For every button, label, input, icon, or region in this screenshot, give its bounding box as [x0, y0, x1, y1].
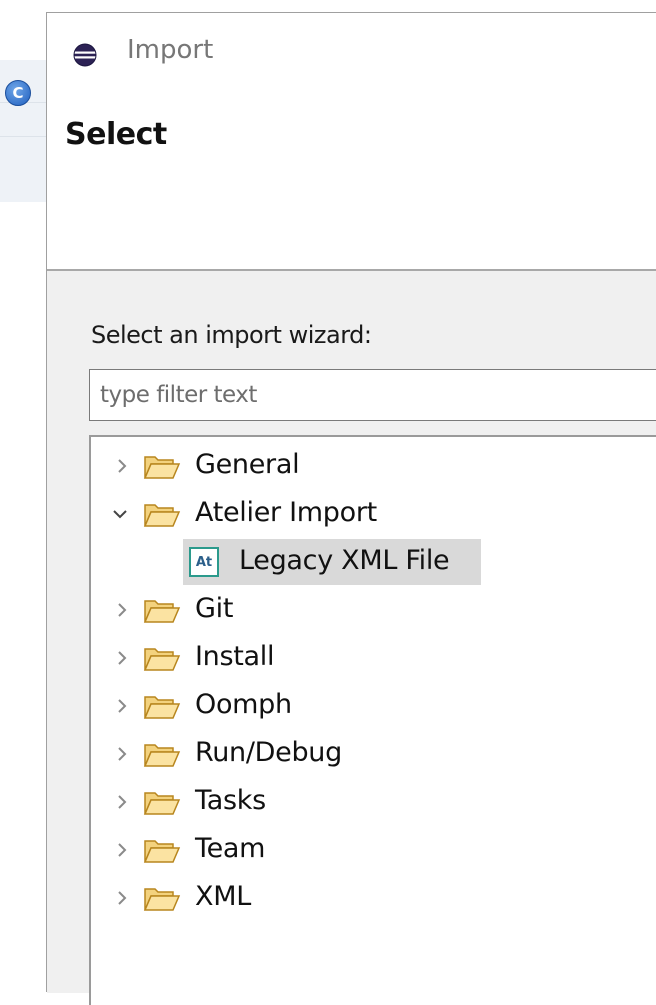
tree-item-tasks[interactable]: Tasks: [91, 779, 656, 825]
folder-icon: [143, 744, 181, 767]
tree-item-label: General: [195, 449, 300, 480]
folder-icon: [143, 696, 181, 719]
tree-item-atelier-import[interactable]: Atelier Import: [91, 491, 656, 537]
tree-item-oomph[interactable]: Oomph: [91, 683, 656, 729]
tree-item-git[interactable]: Git: [91, 587, 656, 633]
chevron-right-icon[interactable]: [113, 697, 131, 715]
folder-icon: [143, 600, 181, 623]
background-divider: [0, 136, 46, 137]
tree-item-general[interactable]: General: [91, 443, 656, 489]
folder-icon: [143, 840, 181, 863]
dialog-titlebar[interactable]: Import: [47, 13, 656, 83]
tree-item-legacy-xml-file[interactable]: At Legacy XML File: [91, 539, 656, 585]
tree-item-label: Team: [195, 833, 266, 864]
filter-input[interactable]: [89, 369, 656, 421]
tree-item-xml[interactable]: XML: [91, 875, 656, 921]
chevron-right-icon[interactable]: [113, 649, 131, 667]
background-app-icon: C: [5, 80, 31, 106]
tree-item-label: Git: [195, 593, 234, 624]
chevron-right-icon[interactable]: [113, 745, 131, 763]
tree-item-label: XML: [195, 881, 251, 912]
tree-item-label: Run/Debug: [195, 737, 342, 768]
dialog-title: Import: [127, 35, 214, 65]
tree-item-label: Oomph: [195, 689, 292, 720]
tree-item-install[interactable]: Install: [91, 635, 656, 681]
page-title: Select: [65, 117, 167, 152]
wizard-body: Select an import wizard: General Atelier…: [47, 271, 656, 1005]
folder-open-icon: [143, 504, 181, 527]
atelier-icon: At: [189, 547, 219, 577]
chevron-right-icon[interactable]: [113, 793, 131, 811]
wizard-prompt-label: Select an import wizard:: [91, 321, 372, 349]
chevron-down-icon[interactable]: [111, 505, 129, 523]
tree-item-label: Tasks: [195, 785, 266, 816]
tree-item-label: Legacy XML File: [239, 545, 450, 576]
eclipse-icon: [73, 43, 97, 67]
folder-icon: [143, 648, 181, 671]
wizard-tree: General Atelier Import At Legacy XML Fil…: [89, 435, 656, 1005]
folder-icon: [143, 456, 181, 479]
tree-item-label: Atelier Import: [195, 497, 377, 528]
tree-item-run-debug[interactable]: Run/Debug: [91, 731, 656, 777]
chevron-right-icon[interactable]: [113, 601, 131, 619]
tree-item-team[interactable]: Team: [91, 827, 656, 873]
chevron-right-icon[interactable]: [113, 841, 131, 859]
chevron-right-icon[interactable]: [113, 457, 131, 475]
tree-item-label: Install: [195, 641, 275, 672]
chevron-right-icon[interactable]: [113, 889, 131, 907]
folder-icon: [143, 792, 181, 815]
folder-icon: [143, 888, 181, 911]
import-dialog: Import Select Select an import wizard: G…: [46, 12, 656, 1005]
